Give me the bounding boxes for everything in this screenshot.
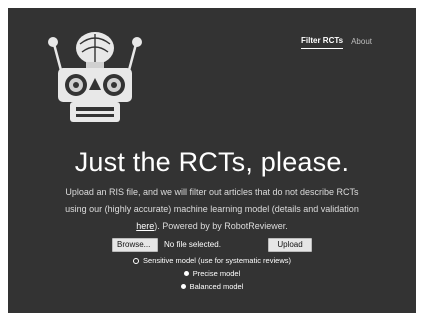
- option-precise-label: Precise model: [192, 269, 241, 278]
- page-description: Upload an RIS file, and we will filter o…: [28, 184, 396, 235]
- details-link[interactable]: here: [136, 221, 154, 231]
- robot-logo-icon: [48, 32, 142, 122]
- option-balanced-label: Balanced model: [189, 282, 244, 291]
- description-line-1: Upload an RIS file, and we will filter o…: [65, 187, 359, 197]
- description-line-3: here). Powered by by RobotReviewer.: [28, 218, 396, 235]
- page-title: Just the RCTs, please.: [74, 147, 350, 177]
- nav-about[interactable]: About: [351, 37, 372, 49]
- option-sensitive-label: Sensitive model (use for systematic revi…: [143, 256, 291, 265]
- option-precise[interactable]: Precise model: [8, 269, 416, 278]
- radio-precise[interactable]: [183, 271, 189, 276]
- app-panel: Filter RCTs About Just the RCTs, please.…: [8, 8, 416, 313]
- description-line-3-rest: ). Powered by by RobotReviewer.: [154, 221, 288, 231]
- option-sensitive[interactable]: Sensitive model (use for systematic revi…: [8, 256, 416, 265]
- description-line-2: using our (highly accurate) machine lear…: [65, 204, 359, 214]
- nav-filter-rcts[interactable]: Filter RCTs: [301, 36, 344, 49]
- option-balanced[interactable]: Balanced model: [8, 282, 416, 291]
- upload-form: Browse... No file selected. Upload: [8, 236, 416, 256]
- browse-button[interactable]: Browse...: [112, 238, 158, 252]
- file-status: No file selected.: [164, 240, 221, 249]
- top-nav: Filter RCTs About: [301, 36, 372, 49]
- upload-button[interactable]: Upload: [268, 238, 312, 252]
- radio-balanced[interactable]: [180, 284, 186, 289]
- radio-sensitive[interactable]: [133, 257, 140, 264]
